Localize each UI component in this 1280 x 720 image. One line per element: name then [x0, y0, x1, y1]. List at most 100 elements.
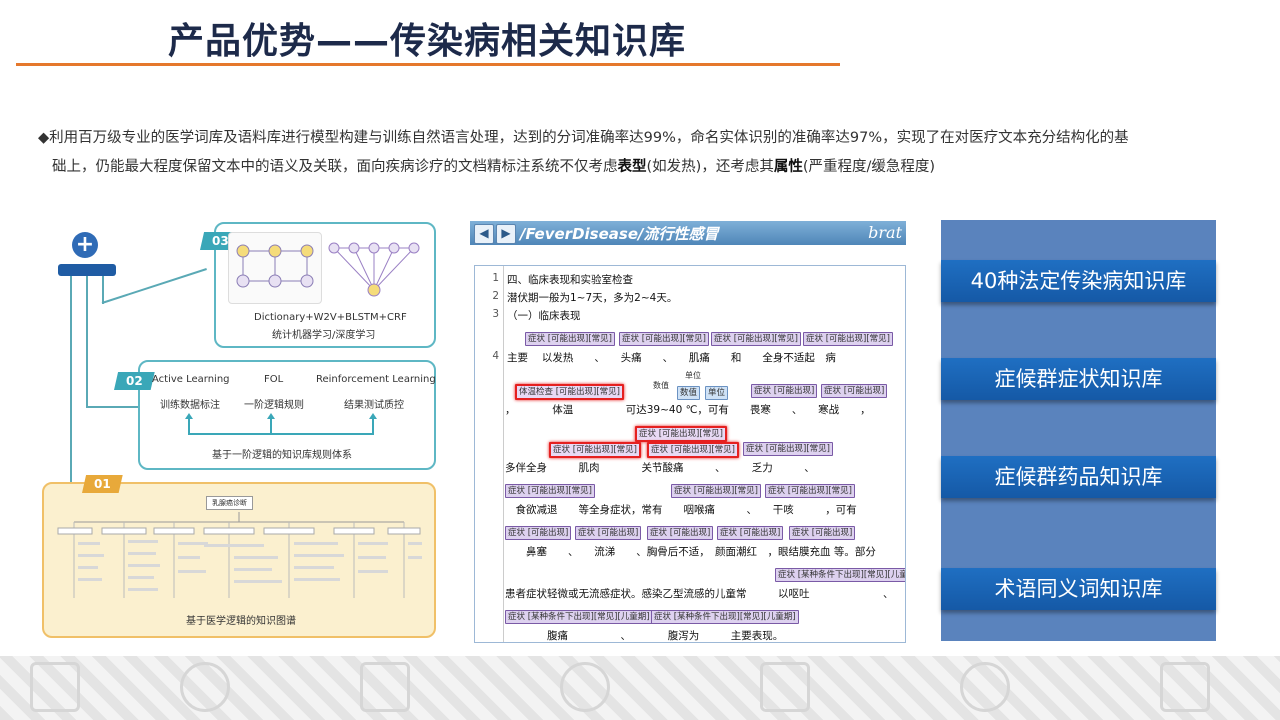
annotation-child-symptom[interactable]: 症状 [某种条件下出现][常见][儿童期] [775, 568, 905, 582]
annotation-unit[interactable]: 单位 [705, 386, 729, 400]
description-mid: (如发热)，还考虑其 [646, 159, 774, 175]
fol-title: FOL [264, 374, 284, 385]
back-arrow-icon[interactable]: ◀ [474, 224, 494, 244]
emphasis-attribute: 属性 [773, 159, 803, 175]
model-stack-label: Dictionary+W2V+BLSTM+CRF [254, 312, 407, 323]
annotation-child-symptom[interactable]: 症状 [某种条件下出现][常见][儿童期] [651, 610, 799, 624]
kb-notifiable-diseases[interactable]: 40种法定传染病知识库 [941, 260, 1216, 302]
decor-tile [560, 662, 610, 712]
arrow-line [188, 418, 190, 434]
annotation-symptom[interactable]: 症状 [可能出现] [789, 526, 856, 540]
doc-line-6: 多伴全身 肌肉 关节酸痛 、 乏力 、 [505, 462, 815, 474]
description-prefix: 础上，仍能最大程度保留文本中的语义及关联，面向疾病诊疗的文档精标注系统不仅考虑 [52, 159, 618, 175]
tag-01: 01 [82, 475, 123, 493]
annotation-symptom[interactable]: 症状 [可能出现] [821, 384, 888, 398]
methodology-diagram: + 03 Dictionary+W2V+BLSTM+CRF 统计机器学习/深度学… [40, 218, 440, 638]
kg-root-node: 乳腺癌诊断 [206, 496, 253, 510]
active-learning-sub: 训练数据标注 [160, 400, 220, 411]
description-suffix: (严重程度/缓急程度) [802, 159, 936, 175]
annotation-symptom[interactable]: 症状 [可能出现] [717, 526, 784, 540]
arrow-up-icon [185, 413, 193, 419]
annotation-symptom-selected[interactable]: 症状 [可能出现][常见] [635, 426, 727, 442]
annotation-symptom[interactable]: 症状 [可能出现] [575, 526, 642, 540]
title-underline [16, 63, 840, 66]
description-text: ◆利用百万级专业的医学词库及语料库进行模型构建与训练自然语言处理，达到的分词准确… [38, 124, 1243, 182]
rl-title: Reinforcement Learning [316, 374, 436, 385]
doc-line-2: 潜伏期一般为1~7天，多为2~4天。 [507, 292, 678, 304]
kb-syndrome-symptoms[interactable]: 症候群症状知识库 [941, 358, 1216, 400]
box-03: 03 Dictionary+W2V+BLSTM+CRF 统计机器学习/深度学习 [200, 222, 436, 348]
annotation-symptom[interactable]: 症状 [可能出现][常见] [765, 484, 855, 498]
annotation-symptom-selected[interactable]: 症状 [可能出现][常见] [549, 442, 641, 458]
decor-tile [360, 662, 410, 712]
annotation-symptom[interactable]: 症状 [可能出现] [505, 526, 572, 540]
annotation-symptom-selected[interactable]: 症状 [可能出现][常见] [647, 442, 739, 458]
kb-syndrome-drugs[interactable]: 症候群药品知识库 [941, 456, 1216, 498]
doc-line-7: 食欲减退 等全身症状，常有 咽喉痛 、 干咳 ，可有 [505, 504, 857, 516]
arrow-base-line [188, 433, 374, 435]
decor-tile [960, 662, 1010, 712]
footer-pattern [0, 656, 1280, 720]
annotation-symptom[interactable]: 症状 [可能出现][常见] [619, 332, 709, 346]
knowledge-base-panel: 40种法定传染病知识库 症候群症状知识库 症候群药品知识库 术语同义词知识库 [941, 220, 1216, 641]
decor-tile [180, 662, 230, 712]
forward-arrow-icon[interactable]: ▶ [496, 224, 516, 244]
line-number-gutter [475, 266, 504, 642]
connector-line [86, 276, 88, 408]
tag-02: 02 [114, 372, 155, 390]
model-type-label: 统计机器学习/深度学习 [272, 330, 376, 341]
doc-line-1: 四、临床表现和实验室检查 [507, 274, 633, 286]
line-number: 4 [492, 350, 499, 362]
description-line-2: 础上，仍能最大程度保留文本中的语义及关联，面向疾病诊疗的文档精标注系统不仅考虑表… [38, 153, 1243, 182]
annotation-symptom[interactable]: 症状 [可能出现][常见] [505, 484, 595, 498]
knowledge-graph-tree [57, 512, 422, 598]
box-01: 01 乳腺癌诊断 基于医学逻辑的知识图谱 [42, 475, 436, 638]
doc-line-8: 鼻塞 、 流涕 、胸骨后不适， 颜面潮红 ，眼结膜充血 等。部分 [505, 546, 876, 558]
line-number: 2 [492, 290, 499, 302]
doc-line-5: ， 体温 可达39~40 ℃，可有 畏寒 、 寒战 ， [505, 404, 871, 416]
decor-tile [30, 662, 80, 712]
annotation-symptom[interactable]: 症状 [可能出现][常见] [711, 332, 801, 346]
document-path[interactable]: /FeverDisease/流行性感冒 [520, 223, 718, 244]
crf-graph-svg [236, 244, 314, 288]
kb-term-synonyms[interactable]: 术语同义词知识库 [941, 568, 1216, 610]
plus-icon: + [72, 232, 98, 258]
annotation-symptom[interactable]: 症状 [可能出现] [647, 526, 714, 540]
annotated-document: 1 四、临床表现和实验室检查 2 潜伏期一般为1~7天，多为2~4天。 3 （一… [474, 265, 906, 643]
doc-line-9: 患者症状轻微或无流感症状。感染乙型流感的儿童常 以呕吐 、 [505, 588, 894, 600]
relation-numeric-label: 数值 [653, 381, 669, 390]
annotation-numeric[interactable]: 数值 [677, 386, 701, 400]
decor-tile [1160, 662, 1210, 712]
root-bar [58, 264, 116, 276]
fol-sub: 一阶逻辑规则 [244, 400, 304, 411]
active-learning-title: Active Learning [152, 374, 230, 385]
page-title: 产品优势——传染病相关知识库 [168, 21, 687, 62]
hmm-graph [326, 232, 422, 302]
doc-line-3: （一）临床表现 [507, 310, 581, 322]
relation-unit-label: 单位 [685, 371, 701, 380]
arrow-line [372, 418, 374, 434]
arrow-line [270, 418, 272, 434]
line-number: 3 [492, 308, 499, 320]
annotation-body-temp[interactable]: 体温检查 [可能出现][常见] [515, 384, 624, 400]
hmm-graph-svg [328, 242, 420, 297]
doc-line-10: 腹痛 、 腹泻为 主要表现。 [505, 630, 784, 642]
arrow-up-icon [267, 413, 275, 419]
annotation-symptom[interactable]: 症状 [可能出现][常见] [525, 332, 615, 346]
description-line-1: ◆利用百万级专业的医学词库及语料库进行模型构建与训练自然语言处理，达到的分词准确… [38, 130, 1129, 146]
line-number: 1 [492, 272, 499, 284]
crf-graph [228, 232, 322, 304]
brat-toolbar: ◀ ▶ /FeverDisease/流行性感冒 brat [470, 221, 906, 245]
connector-line [102, 276, 104, 304]
annotation-child-symptom[interactable]: 症状 [某种条件下出现][常见][儿童期] [505, 610, 653, 624]
emphasis-phenotype: 表型 [617, 159, 647, 175]
annotation-symptom[interactable]: 症状 [可能出现][常见] [803, 332, 893, 346]
brat-logo: brat [868, 223, 902, 242]
arrow-up-icon [369, 413, 377, 419]
rl-sub: 结果测试质控 [344, 400, 404, 411]
annotation-symptom[interactable]: 症状 [可能出现][常见] [671, 484, 761, 498]
annotation-symptom[interactable]: 症状 [可能出现][常见] [743, 442, 833, 456]
decor-tile [760, 662, 810, 712]
annotation-symptom[interactable]: 症状 [可能出现] [751, 384, 818, 398]
rule-system-label: 基于一阶逻辑的知识库规则体系 [212, 450, 352, 461]
